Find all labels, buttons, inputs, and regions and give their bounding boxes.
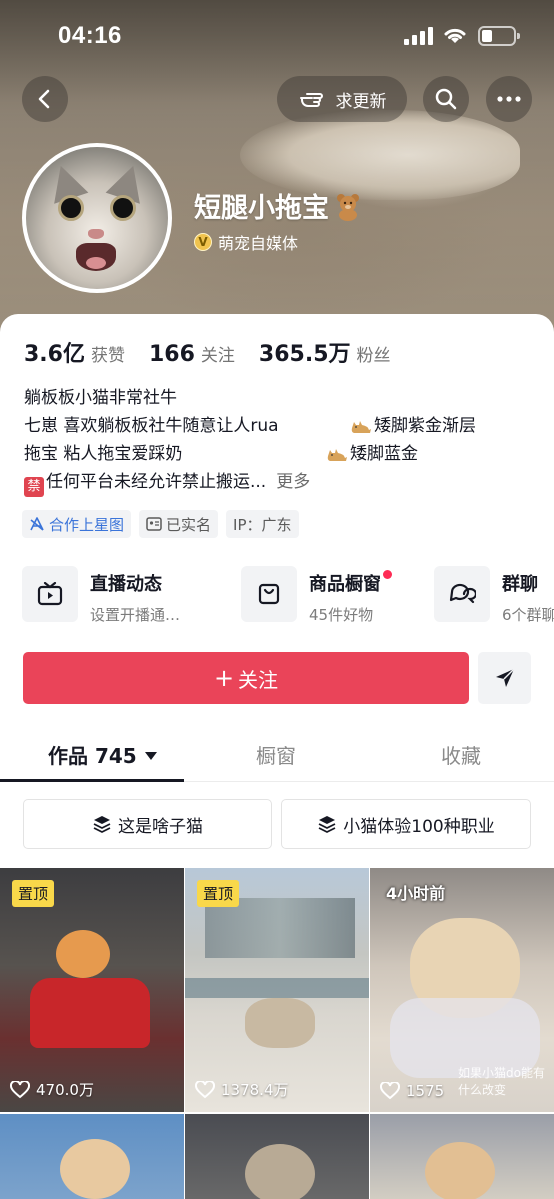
following-label[interactable]: 关注 <box>201 341 235 366</box>
status-bar: 04:16 <box>0 0 554 74</box>
content-tabs: 作品 745 橱窗 收藏 <box>0 730 554 782</box>
follow-button[interactable]: + 关注 <box>23 652 469 704</box>
tab-shop-window[interactable]: 橱窗 <box>256 740 296 769</box>
heart-icon <box>195 1080 215 1098</box>
group-chat-title: 群聊 <box>502 574 538 595</box>
feature-entries: 直播动态 设置开播通… 商品橱窗 45件好物 群聊 6个群聊 <box>22 566 554 626</box>
collection-chip[interactable]: 小猫体验100种职业 <box>281 799 531 849</box>
status-time: 04:16 <box>58 22 122 49</box>
follow-label: 关注 <box>238 667 279 692</box>
star-map-icon <box>30 517 44 531</box>
verified-badge-icon: V <box>194 233 212 251</box>
share-button[interactable] <box>478 652 531 704</box>
following-count[interactable]: 166 <box>149 342 195 367</box>
followers-count[interactable]: 365.5万 <box>259 336 351 368</box>
verification: V 萌宠自媒体 <box>194 230 298 254</box>
bio[interactable]: 躺板板小猫非常社牛 七崽 喜欢躺板板社牛随意让人rua 矮脚紫金渐层 拖宝 粘人… <box>24 384 544 497</box>
shop-window-entry[interactable]: 商品橱窗 45件好物 <box>241 566 392 625</box>
verification-text: 萌宠自媒体 <box>218 234 299 253</box>
group-chat-subtitle: 6个群聊 <box>502 606 554 624</box>
search-button[interactable] <box>423 76 469 122</box>
signal-icon <box>404 27 433 45</box>
likes-count: 3.6亿 <box>24 342 85 367</box>
heart-icon <box>380 1082 400 1100</box>
pinned-badge: 置顶 <box>12 880 55 907</box>
search-icon <box>435 88 457 110</box>
layers-icon <box>93 816 111 833</box>
cat-emoji-icon <box>327 449 347 461</box>
chevron-left-icon <box>38 89 50 109</box>
live-updates-subtitle: 设置开播通… <box>90 606 181 624</box>
star-map-tag[interactable]: 合作上星图 <box>22 510 132 538</box>
video-likes: 1378.4万 <box>195 1079 289 1100</box>
profile-tags: 合作上星图 已实名 IP：广东 <box>22 510 299 538</box>
id-card-icon <box>146 517 162 531</box>
real-name-tag: 已实名 <box>139 510 219 538</box>
video-likes: 470.0万 <box>10 1079 94 1100</box>
group-chat-entry[interactable]: 群聊 6个群聊 <box>434 566 554 625</box>
pointing-hand-icon <box>299 93 323 107</box>
video-tile[interactable]: 置顶 470.0万 <box>0 868 184 1112</box>
profile-name: 短腿小拖宝 <box>194 186 363 225</box>
tv-icon <box>22 566 78 622</box>
tab-favorites[interactable]: 收藏 <box>441 740 481 769</box>
video-tile[interactable] <box>185 1114 369 1199</box>
followers-label[interactable]: 粉丝 <box>357 341 391 366</box>
teddy-bear-icon <box>337 193 359 221</box>
heart-icon <box>10 1080 30 1098</box>
shopping-bag-icon <box>241 566 297 622</box>
nickname: 短腿小拖宝 <box>194 193 329 224</box>
collection-chip[interactable]: 这是啥子猫 <box>23 799 272 849</box>
prohibited-icon: 禁 <box>24 477 44 497</box>
tab-works[interactable]: 作品 745 <box>48 740 157 769</box>
bio-line: 拖宝 粘人拖宝爱踩奶 矮脚蓝金 <box>24 444 418 464</box>
video-caption: 如果小猫do能有什么改变 <box>458 1066 545 1097</box>
chat-bubbles-icon <box>434 566 490 622</box>
bio-line: 七崽 喜欢躺板板社牛随意让人rua 矮脚紫金渐层 <box>24 416 476 436</box>
request-update-button[interactable]: 求更新 <box>277 76 407 122</box>
time-badge: 4小时前 <box>386 884 446 903</box>
shop-window-subtitle: 45件好物 <box>309 606 374 624</box>
send-icon <box>495 668 515 687</box>
profile-stats: 3.6亿 获赞 166 关注 365.5万 粉丝 <box>24 336 409 368</box>
request-update-label: 求更新 <box>335 91 387 112</box>
notification-dot <box>383 570 392 579</box>
caret-down-icon <box>144 752 157 760</box>
video-tile[interactable] <box>0 1114 184 1199</box>
wifi-icon <box>444 28 466 43</box>
more-dots-icon <box>497 96 521 102</box>
bio-line: 禁任何平台未经允许禁止搬运... 更多 <box>24 468 544 497</box>
ip-location-tag: IP：广东 <box>226 510 299 538</box>
live-updates-title: 直播动态 <box>90 574 162 595</box>
plus-icon: + <box>213 664 235 692</box>
battery-icon <box>478 26 520 46</box>
live-updates-entry[interactable]: 直播动态 设置开播通… <box>22 566 180 625</box>
avatar[interactable] <box>22 143 172 293</box>
video-tile[interactable]: 置顶 1378.4万 <box>185 868 369 1112</box>
profile-card: 3.6亿 获赞 166 关注 365.5万 粉丝 躺板板小猫非常社牛 七崽 喜欢… <box>0 314 554 1199</box>
pinned-badge: 置顶 <box>197 880 240 907</box>
likes-label: 获赞 <box>90 346 125 366</box>
layers-icon <box>318 816 336 833</box>
active-tab-indicator <box>0 779 184 782</box>
bio-more-link[interactable]: 更多 <box>276 472 310 492</box>
video-tile[interactable]: 4小时前 1575 如果小猫do能有什么改变 <box>370 868 554 1112</box>
video-likes: 1575 <box>380 1082 444 1100</box>
back-button[interactable] <box>22 76 68 122</box>
video-tile[interactable] <box>370 1114 554 1199</box>
bio-line: 躺板板小猫非常社牛 <box>24 388 177 408</box>
more-options-button[interactable] <box>486 76 532 122</box>
shop-window-title: 商品橱窗 <box>309 574 381 595</box>
cat-emoji-icon <box>351 421 371 433</box>
